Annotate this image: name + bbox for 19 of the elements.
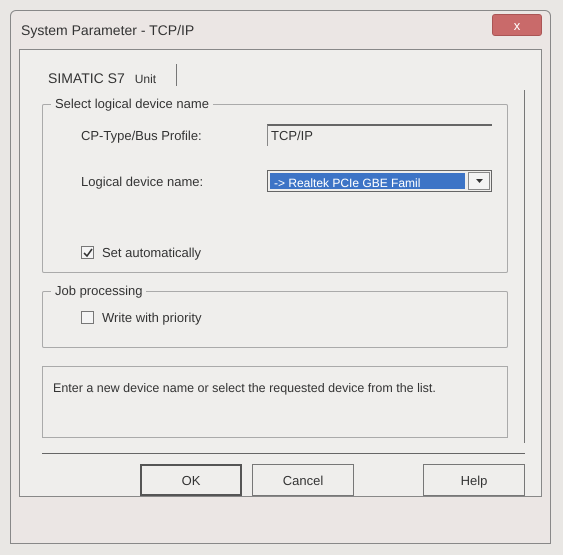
- close-button[interactable]: x: [492, 14, 542, 36]
- dialog-button[interactable]: OK: [140, 464, 242, 496]
- cp-type-field[interactable]: TCP/IP: [267, 124, 492, 146]
- checkbox-label: Write with priority: [102, 310, 202, 325]
- field-label: CP-Type/Bus Profile:: [81, 128, 203, 142]
- window-title: System Parameter - TCP/IP: [20, 22, 194, 38]
- dialog-button[interactable]: Help: [423, 464, 525, 496]
- caret-icon: [476, 179, 482, 183]
- group-title: Job processing: [51, 283, 146, 298]
- checkbox-label: Set automatically: [102, 245, 201, 260]
- field-label: Logical device name:: [81, 174, 204, 188]
- hint-text: Enter a new device name or select the requested device from the list.: [42, 366, 508, 438]
- group-title: Select logical device name: [51, 96, 213, 111]
- checkbox[interactable]: [81, 311, 94, 324]
- checkbox[interactable]: [81, 246, 94, 259]
- tab[interactable]: Unit: [134, 72, 156, 86]
- tab[interactable]: SIMATIC S7: [48, 70, 125, 86]
- device-dropdown[interactable]: -> Realtek PCIe GBE Famil: [267, 170, 492, 192]
- dialog-button[interactable]: Cancel: [252, 464, 354, 496]
